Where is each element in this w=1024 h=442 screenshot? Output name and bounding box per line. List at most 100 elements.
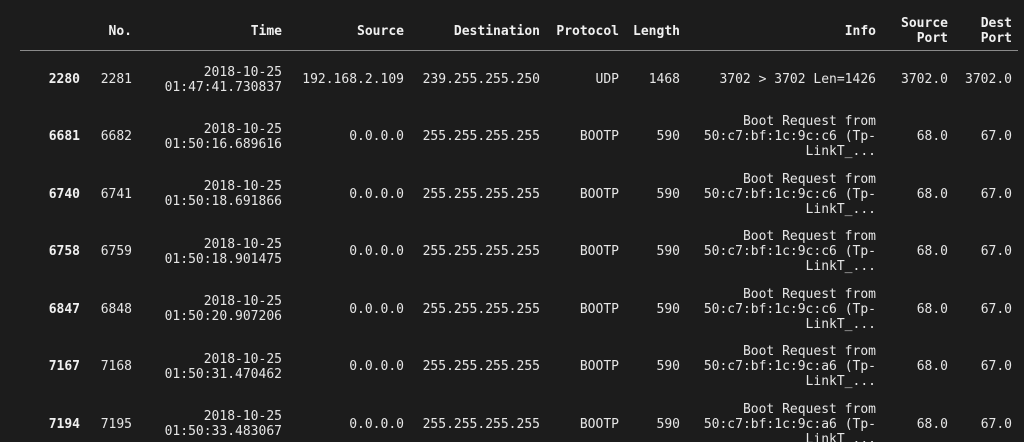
time-clock: 01:50:33.483067 xyxy=(164,424,282,440)
time-cell: 2018-10-25 01:50:20.907206 xyxy=(138,281,288,339)
info-line3: LinkT_... xyxy=(805,201,876,217)
length-cell: 1468 xyxy=(648,72,680,87)
no-cell: 7195 xyxy=(100,416,132,432)
info-line3: LinkT_... xyxy=(805,259,876,275)
row-index: 2280 xyxy=(48,72,80,87)
length-cell: 590 xyxy=(656,359,680,375)
info-line1: Boot Request from xyxy=(742,171,876,187)
no-cell: 6682 xyxy=(100,129,132,145)
time-cell: 2018-10-25 01:50:18.691866 xyxy=(138,166,288,224)
info-line3: LinkT_... xyxy=(805,144,876,160)
length-cell: 590 xyxy=(656,301,680,317)
no-cell: 2281 xyxy=(100,72,132,87)
dest-port-header: Dest Port xyxy=(954,12,1018,51)
destination-cell: 255.255.255.255 xyxy=(422,359,540,375)
source-cell: 0.0.0.0 xyxy=(349,416,404,432)
dest-port-cell: 67.0 xyxy=(980,359,1012,375)
protocol-cell: BOOTP xyxy=(579,359,619,375)
info-line2: 50:c7:bf:1c:9c:a6 (Tp- xyxy=(703,416,876,432)
length-cell: 590 xyxy=(656,244,680,260)
row-index: 6847 xyxy=(48,301,80,317)
info-cell: Boot Request from 50:c7:bf:1c:9c:a6 (Tp-… xyxy=(686,396,882,442)
table-row: 7194 7195 2018-10-25 01:50:33.483067 0.0… xyxy=(20,396,1018,442)
time-date: 2018-10-25 xyxy=(203,179,282,195)
time-clock: 01:50:20.907206 xyxy=(164,309,282,325)
row-index: 6681 xyxy=(48,129,80,145)
time-clock: 01:50:31.470462 xyxy=(164,366,282,382)
destination-cell: 255.255.255.255 xyxy=(422,301,540,317)
source-cell: 0.0.0.0 xyxy=(349,359,404,375)
time-date: 2018-10-25 xyxy=(203,121,282,137)
index-header xyxy=(20,12,86,51)
info-line1: Boot Request from xyxy=(742,401,876,417)
length-cell: 590 xyxy=(656,129,680,145)
info-cell: Boot Request from 50:c7:bf:1c:9c:c6 (Tp-… xyxy=(686,281,882,339)
no-cell: 6741 xyxy=(100,186,132,202)
dest-port-header-line2: Port xyxy=(980,31,1012,46)
source-cell: 0.0.0.0 xyxy=(349,129,404,145)
row-index: 7167 xyxy=(48,359,80,375)
dest-port-cell: 67.0 xyxy=(980,301,1012,317)
info-line2: 50:c7:bf:1c:9c:c6 (Tp- xyxy=(703,129,876,145)
info-line2: 50:c7:bf:1c:9c:c6 (Tp- xyxy=(703,301,876,317)
time-clock: 01:50:18.901475 xyxy=(164,251,282,267)
table-row: 6847 6848 2018-10-25 01:50:20.907206 0.0… xyxy=(20,281,1018,339)
info-cell: Boot Request from 50:c7:bf:1c:9c:c6 (Tp-… xyxy=(686,166,882,224)
info-line3: LinkT_... xyxy=(805,374,876,390)
destination-cell: 255.255.255.255 xyxy=(422,244,540,260)
no-cell: 6848 xyxy=(100,301,132,317)
header-row: No. Time Source Destination Protocol Len… xyxy=(20,12,1018,51)
notebook-output-area: No. Time Source Destination Protocol Len… xyxy=(0,0,1024,442)
info-cell: Boot Request from 50:c7:bf:1c:9c:c6 (Tp-… xyxy=(686,223,882,281)
source-port-cell: 68.0 xyxy=(916,359,948,375)
row-index: 7194 xyxy=(48,416,80,432)
protocol-cell: BOOTP xyxy=(579,301,619,317)
source-cell: 0.0.0.0 xyxy=(349,244,404,260)
info-line3: LinkT_... xyxy=(805,431,876,442)
source-port-cell: 68.0 xyxy=(916,186,948,202)
source-port-cell: 68.0 xyxy=(916,129,948,145)
source-port-cell: 68.0 xyxy=(916,244,948,260)
info-line1: Boot Request from xyxy=(742,344,876,360)
info-header: Info xyxy=(686,12,882,51)
protocol-cell: BOOTP xyxy=(579,416,619,432)
source-port-cell: 3702.0 xyxy=(901,72,948,87)
dest-port-cell: 3702.0 xyxy=(965,72,1012,87)
table-row: 7167 7168 2018-10-25 01:50:31.470462 0.0… xyxy=(20,338,1018,396)
info-cell: 3702 > 3702 Len=1426 xyxy=(719,72,876,87)
info-line1: Boot Request from xyxy=(742,114,876,130)
row-index: 6758 xyxy=(48,244,80,260)
dest-port-cell: 67.0 xyxy=(980,416,1012,432)
info-line2: 50:c7:bf:1c:9c:c6 (Tp- xyxy=(703,244,876,260)
time-cell: 2018-10-25 01:50:33.483067 xyxy=(138,396,288,442)
length-header: Length xyxy=(625,12,686,51)
dest-port-cell: 67.0 xyxy=(980,244,1012,260)
dest-port-cell: 67.0 xyxy=(980,129,1012,145)
no-cell: 7168 xyxy=(100,359,132,375)
length-cell: 590 xyxy=(656,186,680,202)
destination-cell: 255.255.255.255 xyxy=(422,129,540,145)
dest-port-header-line1: Dest xyxy=(980,16,1012,31)
length-cell: 590 xyxy=(656,416,680,432)
time-cell: 2018-10-25 01:50:16.689616 xyxy=(138,108,288,166)
row-index: 6740 xyxy=(48,186,80,202)
time-date: 2018-10-25 xyxy=(203,351,282,367)
protocol-cell: BOOTP xyxy=(579,244,619,260)
time-clock: 01:50:18.691866 xyxy=(164,194,282,210)
time-clock: 01:47:41.730837 xyxy=(164,79,282,95)
table-row: 6681 6682 2018-10-25 01:50:16.689616 0.0… xyxy=(20,108,1018,166)
table-row: 6740 6741 2018-10-25 01:50:18.691866 0.0… xyxy=(20,166,1018,224)
info-line3: LinkT_... xyxy=(805,316,876,332)
time-clock: 01:50:16.689616 xyxy=(164,136,282,152)
info-line2: 50:c7:bf:1c:9c:a6 (Tp- xyxy=(703,359,876,375)
table-row: 6758 6759 2018-10-25 01:50:18.901475 0.0… xyxy=(20,223,1018,281)
protocol-cell: BOOTP xyxy=(579,186,619,202)
destination-cell: 255.255.255.255 xyxy=(422,186,540,202)
time-cell: 2018-10-25 01:47:41.730837 xyxy=(138,51,288,109)
time-header: Time xyxy=(138,12,288,51)
dest-port-cell: 67.0 xyxy=(980,186,1012,202)
source-port-header: Source Port xyxy=(882,12,954,51)
info-line1: Boot Request from xyxy=(742,229,876,245)
no-cell: 6759 xyxy=(100,244,132,260)
source-port-header-line1: Source xyxy=(901,16,948,31)
